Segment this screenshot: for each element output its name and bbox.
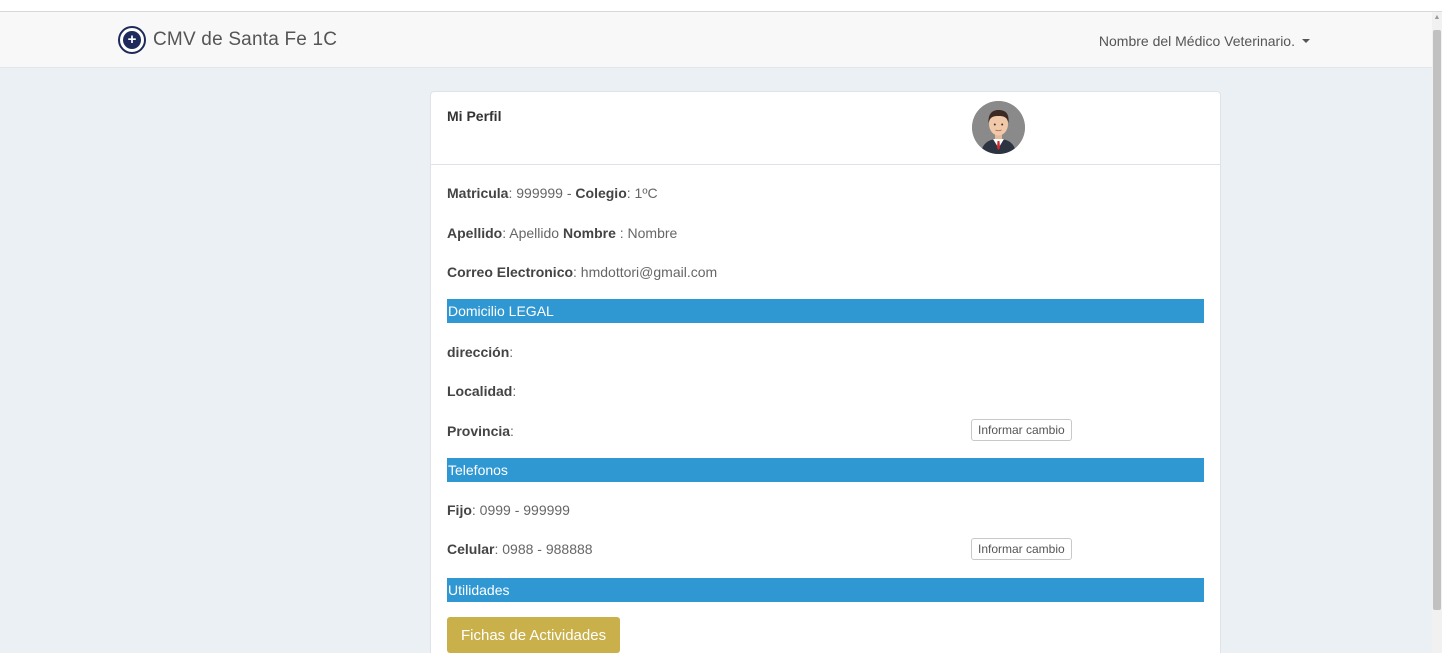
fijo-row: Fijo: 0999 - 999999 bbox=[447, 502, 570, 518]
user-menu-dropdown[interactable]: Nombre del Médico Veterinario. bbox=[1099, 33, 1310, 49]
provincia-label: Provincia bbox=[447, 423, 511, 439]
panel-heading: Mi Perfil bbox=[431, 92, 1220, 165]
fijo-label: Fijo bbox=[447, 502, 472, 518]
brand-title: CMV de Santa Fe 1C bbox=[153, 29, 338, 50]
navbar-brand[interactable]: + CMV de Santa Fe 1C bbox=[118, 26, 337, 54]
nombre-row: Apellido: Apellido Nombre : Nombre bbox=[447, 225, 677, 241]
correo-value: : hmdottori@gmail.com bbox=[573, 264, 718, 280]
correo-row: Correo Electronico: hmdottori@gmail.com bbox=[447, 264, 717, 280]
matricula-value: : 999999 bbox=[508, 185, 563, 201]
profile-panel: Mi Perfil Matricula: 999999 - Colegio: 1… bbox=[430, 91, 1221, 653]
separator: - bbox=[562, 185, 576, 201]
celular-label: Celular bbox=[447, 541, 495, 557]
section-utilidades: Utilidades bbox=[447, 578, 1204, 602]
celular-row: Celular: 0988 - 988888 bbox=[447, 541, 593, 557]
scroll-up-icon[interactable]: ▲ bbox=[1432, 12, 1442, 24]
correo-label: Correo Electronico bbox=[447, 264, 574, 280]
direccion-value: : bbox=[509, 344, 514, 360]
localidad-row: Localidad: bbox=[447, 383, 516, 399]
nombre-value: : Nombre bbox=[615, 225, 678, 241]
direccion-label: dirección bbox=[447, 344, 510, 360]
colegio-value: : 1ºC bbox=[626, 185, 658, 201]
colegio-label: Colegio bbox=[575, 185, 627, 201]
provincia-value: : bbox=[510, 423, 514, 439]
provincia-row: Provincia: bbox=[447, 423, 514, 439]
localidad-label: Localidad bbox=[447, 383, 513, 399]
window-top-strip bbox=[0, 0, 1442, 12]
caret-down-icon bbox=[1302, 39, 1310, 43]
celular-value: : 0988 - 988888 bbox=[494, 541, 593, 557]
nombre-label: Nombre bbox=[562, 225, 616, 241]
apellido-value: : Apellido bbox=[502, 225, 563, 241]
matricula-row: Matricula: 999999 - Colegio: 1ºC bbox=[447, 185, 658, 201]
localidad-value: : bbox=[512, 383, 517, 399]
matricula-label: Matricula bbox=[447, 185, 509, 201]
panel-title: Mi Perfil bbox=[447, 108, 502, 124]
user-avatar-icon bbox=[972, 101, 1025, 154]
section-domicilio: Domicilio LEGAL bbox=[447, 299, 1204, 323]
informar-cambio-telefono-button[interactable]: Informar cambio bbox=[971, 538, 1072, 560]
navbar: + CMV de Santa Fe 1C Nombre del Médico V… bbox=[0, 12, 1432, 68]
section-telefonos: Telefonos bbox=[447, 458, 1204, 482]
fichas-actividades-button[interactable]: Fichas de Actividades bbox=[447, 617, 621, 653]
direccion-row: dirección: bbox=[447, 344, 513, 360]
scrollbar-thumb[interactable] bbox=[1433, 30, 1441, 610]
user-menu-label: Nombre del Médico Veterinario. bbox=[1098, 33, 1295, 49]
fijo-value: : 0999 - 999999 bbox=[471, 502, 570, 518]
informar-cambio-domicilio-button[interactable]: Informar cambio bbox=[971, 419, 1072, 441]
apellido-label: Apellido bbox=[447, 225, 503, 241]
cmv-logo-icon: + bbox=[118, 26, 146, 54]
